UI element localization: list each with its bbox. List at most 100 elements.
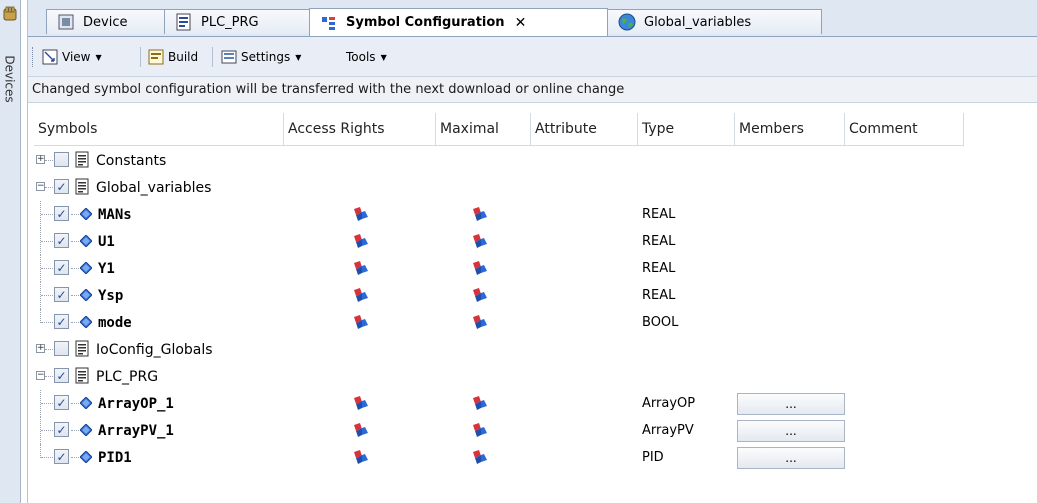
tab-global-variables[interactable]: Global_variables bbox=[607, 9, 822, 34]
symbol-row[interactable]: ✓ Y1 REAL bbox=[34, 255, 1037, 282]
symbol-row[interactable]: ✓ PID1 PID... bbox=[34, 444, 1037, 471]
access-rights-icon[interactable] bbox=[352, 395, 370, 412]
group-name: PLC_PRG bbox=[96, 368, 159, 385]
maximal-access-icon[interactable] bbox=[471, 233, 489, 250]
editor-panel: Device PLC_PRG Symbol Configuration ✕ Gl… bbox=[27, 0, 1037, 503]
symbol-checkbox[interactable]: ✓ bbox=[54, 395, 69, 410]
access-rights-icon[interactable] bbox=[352, 314, 370, 331]
maximal-access-icon[interactable] bbox=[471, 449, 489, 466]
document-icon bbox=[75, 340, 89, 357]
members-button[interactable]: ... bbox=[737, 447, 845, 469]
access-rights-icon[interactable] bbox=[352, 287, 370, 304]
maximal-access-icon[interactable] bbox=[471, 260, 489, 277]
symbol-checkbox[interactable]: ✓ bbox=[54, 422, 69, 437]
expand-icon[interactable]: + bbox=[36, 155, 45, 164]
tab-strip: Device PLC_PRG Symbol Configuration ✕ Gl… bbox=[28, 0, 1037, 37]
column-header-comment[interactable]: Comment bbox=[845, 113, 964, 145]
type-cell: PID bbox=[642, 450, 664, 465]
tree-group-row[interactable]: − ✓ Global_variables bbox=[34, 174, 1037, 201]
tree-group-row[interactable]: − ✓ PLC_PRG bbox=[34, 363, 1037, 390]
column-header-label: Comment bbox=[849, 121, 918, 137]
tree-connector bbox=[41, 214, 53, 215]
tree-connector bbox=[45, 376, 53, 377]
column-header-label: Attribute bbox=[535, 121, 597, 137]
chevron-down-icon: ▼ bbox=[295, 52, 302, 62]
collapse-icon[interactable]: − bbox=[36, 371, 45, 380]
maximal-access-icon[interactable] bbox=[471, 287, 489, 304]
variable-icon bbox=[80, 262, 92, 274]
members-button[interactable]: ... bbox=[737, 393, 845, 415]
chevron-down-icon: ▼ bbox=[380, 52, 387, 62]
build-button[interactable]: Build bbox=[148, 46, 198, 68]
pou-icon bbox=[176, 13, 191, 31]
symbol-checkbox[interactable]: ✓ bbox=[54, 233, 69, 248]
collapse-icon[interactable]: − bbox=[36, 182, 45, 191]
symbol-row[interactable]: ✓ ArrayPV_1 ArrayPV... bbox=[34, 417, 1037, 444]
column-header-type[interactable]: Type bbox=[638, 113, 735, 145]
maximal-access-icon[interactable] bbox=[471, 206, 489, 223]
variable-icon bbox=[80, 208, 92, 220]
tree-connector bbox=[41, 295, 53, 296]
column-header-attribute[interactable]: Attribute bbox=[531, 113, 638, 145]
symbol-table: Symbols Access Rights Maximal Attribute … bbox=[34, 113, 1037, 503]
column-header-maximal[interactable]: Maximal bbox=[436, 113, 531, 145]
tab-device-label: Device bbox=[83, 14, 128, 30]
maximal-access-icon[interactable] bbox=[471, 422, 489, 439]
symbol-checkbox[interactable]: ✓ bbox=[54, 260, 69, 275]
symbol-row[interactable]: ✓ Ysp REAL bbox=[34, 282, 1037, 309]
column-header-members[interactable]: Members bbox=[735, 113, 845, 145]
column-header-label: Type bbox=[642, 121, 675, 137]
view-icon bbox=[42, 49, 58, 65]
column-header-access-rights[interactable]: Access Rights bbox=[284, 113, 436, 145]
symbol-row[interactable]: ✓ MANs REAL bbox=[34, 201, 1037, 228]
access-rights-icon[interactable] bbox=[352, 422, 370, 439]
build-label: Build bbox=[168, 50, 199, 64]
variable-name: ArrayOP_1 bbox=[98, 395, 174, 412]
expand-icon[interactable]: + bbox=[36, 344, 45, 353]
toolbar-grip[interactable] bbox=[32, 47, 36, 67]
type-cell: REAL bbox=[642, 207, 676, 222]
toolbar-separator bbox=[212, 47, 213, 67]
access-rights-icon[interactable] bbox=[352, 260, 370, 277]
tools-menu-button[interactable]: Tools ▼ bbox=[346, 46, 387, 68]
symbol-row[interactable]: ✓ ArrayOP_1 ArrayOP... bbox=[34, 390, 1037, 417]
symbol-checkbox[interactable]: ✓ bbox=[54, 368, 69, 383]
type-cell: REAL bbox=[642, 234, 676, 249]
tree-connector bbox=[41, 403, 53, 404]
members-button[interactable]: ... bbox=[737, 420, 845, 442]
tree-connector bbox=[41, 241, 53, 242]
symbol-checkbox[interactable]: ✓ bbox=[54, 449, 69, 464]
symbol-checkbox[interactable] bbox=[54, 341, 69, 356]
variable-icon bbox=[80, 289, 92, 301]
access-rights-icon[interactable] bbox=[352, 233, 370, 250]
maximal-access-icon[interactable] bbox=[471, 314, 489, 331]
close-tab-icon[interactable]: ✕ bbox=[515, 15, 527, 31]
header-divider bbox=[34, 145, 964, 146]
hand-tool-icon[interactable] bbox=[2, 6, 18, 22]
access-rights-icon[interactable] bbox=[352, 206, 370, 223]
tab-device[interactable]: Device bbox=[46, 9, 165, 34]
settings-menu-button[interactable]: Settings ▼ bbox=[221, 46, 301, 68]
group-name: Constants bbox=[96, 152, 167, 169]
access-rights-icon[interactable] bbox=[352, 449, 370, 466]
view-menu-button[interactable]: View ▼ bbox=[42, 46, 102, 68]
column-header-symbols[interactable]: Symbols bbox=[34, 113, 284, 145]
toolbar-separator bbox=[140, 47, 141, 67]
type-cell: ArrayPV bbox=[642, 423, 694, 438]
symbol-checkbox[interactable]: ✓ bbox=[54, 206, 69, 221]
document-icon bbox=[75, 367, 89, 384]
maximal-access-icon[interactable] bbox=[471, 395, 489, 412]
symbol-checkbox[interactable]: ✓ bbox=[54, 287, 69, 302]
tree-group-row[interactable]: + IoConfig_Globals bbox=[34, 336, 1037, 363]
symbol-checkbox[interactable]: ✓ bbox=[54, 314, 69, 329]
symbol-row[interactable]: ✓ U1 REAL bbox=[34, 228, 1037, 255]
tab-symbol-configuration[interactable]: Symbol Configuration ✕ bbox=[309, 8, 608, 36]
tree-group-row[interactable]: + Constants bbox=[34, 147, 1037, 174]
symbol-checkbox[interactable]: ✓ bbox=[54, 179, 69, 194]
symbol-checkbox[interactable] bbox=[54, 152, 69, 167]
symbol-row[interactable]: ✓ mode BOOL bbox=[34, 309, 1037, 336]
tab-plc-prg[interactable]: PLC_PRG bbox=[164, 9, 310, 34]
column-header-label: Symbols bbox=[38, 121, 98, 137]
devices-tab[interactable]: Devices bbox=[1, 44, 19, 114]
column-header-label: Members bbox=[739, 121, 804, 137]
